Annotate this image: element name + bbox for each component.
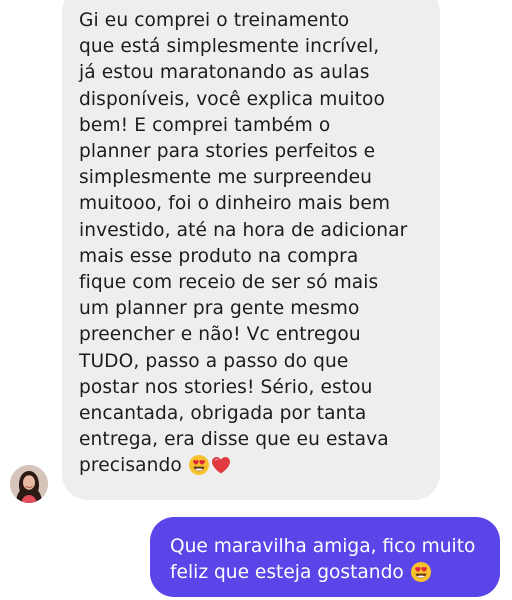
incoming-message-bubble[interactable]: Gi eu comprei o treinamento que está sim… — [62, 0, 440, 500]
message-line: investido, até na hora de adicionar — [79, 219, 408, 241]
profile-photo-avatar-icon — [10, 465, 48, 503]
message-line-last: feliz que esteja gostando — [170, 560, 484, 591]
message-line: entrega, era disse que eu estava — [79, 429, 389, 451]
chat-thread: Gi eu comprei o treinamento que está sim… — [0, 0, 512, 600]
message-line: planner para stories perfeitos e — [79, 141, 376, 163]
message-line: encantada, obrigada por tanta — [79, 403, 367, 425]
emoji-group — [188, 454, 232, 484]
message-line: disponíveis, você explica muitoo — [79, 88, 385, 110]
message-line-text: precisando — [79, 455, 182, 477]
message-line: postar nos stories! Sério, estou — [79, 376, 373, 398]
message-line: um planner pra gente mesmo — [79, 298, 360, 320]
sender-avatar[interactable] — [10, 465, 48, 503]
message-line-text: feliz que esteja gostando — [170, 562, 404, 583]
message-line: mais esse produto na compra — [79, 245, 359, 267]
heart-eyes-emoji-icon — [410, 561, 432, 591]
message-line: Gi eu comprei o treinamento — [79, 10, 350, 31]
message-line: TUDO, passo a passo do que — [79, 350, 349, 372]
message-line: já estou maratonando as aulas — [79, 62, 370, 84]
outgoing-message-bubble[interactable]: Que maravilha amiga, fico muito feliz qu… — [150, 517, 500, 597]
emoji-group — [410, 561, 432, 591]
heart-eyes-emoji-icon — [188, 454, 210, 484]
message-line: simplesmente me surpreendeu — [79, 167, 373, 189]
message-line: Que maravilha amiga, fico muito — [170, 536, 476, 557]
message-line: preencher e não! Vc entregou — [79, 324, 361, 346]
message-line: fique com receio de ser só mais — [79, 272, 379, 294]
message-line-last: precisando — [79, 453, 426, 484]
message-line: que está simplesmente incrível, — [79, 36, 380, 58]
message-line: muitooo, foi o dinheiro mais bem — [79, 193, 391, 215]
message-line: bem! E comprei também o — [79, 114, 331, 136]
red-heart-emoji-icon — [210, 454, 232, 484]
